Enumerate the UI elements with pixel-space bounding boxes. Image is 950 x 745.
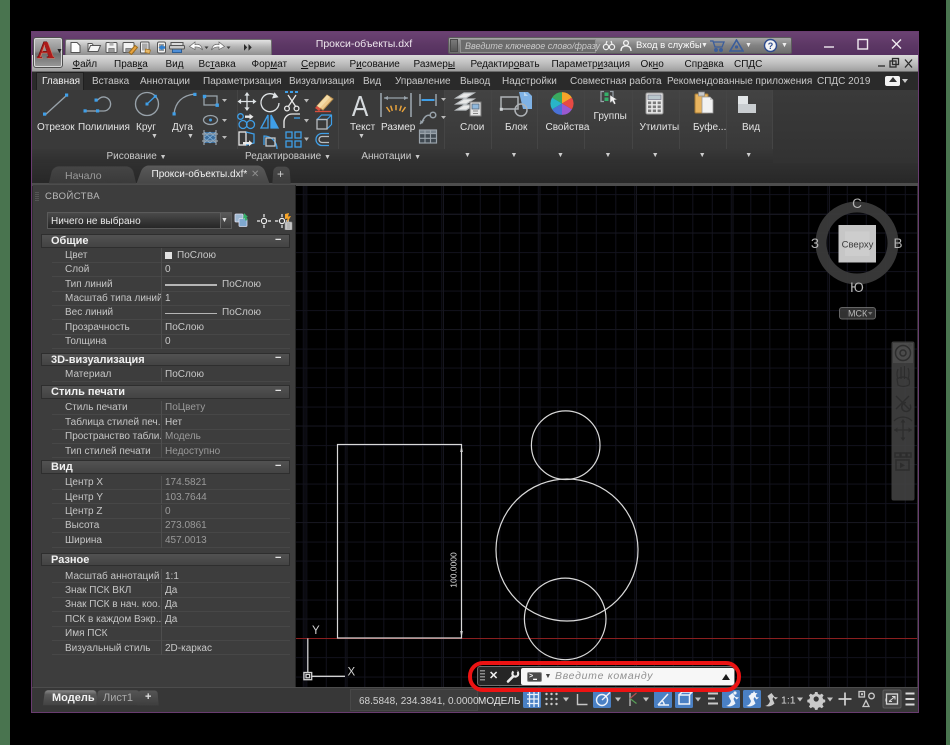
- svg-text:С: С: [852, 196, 862, 211]
- svg-text:Сверху: Сверху: [842, 240, 874, 251]
- svg-text:З: З: [811, 236, 819, 251]
- svg-text:100.0000: 100.0000: [449, 552, 459, 588]
- svg-text:Y: Y: [312, 625, 320, 637]
- svg-text:?: ?: [768, 41, 774, 51]
- svg-text:МСК: МСК: [848, 309, 868, 319]
- svg-text:1:1: 1:1: [781, 695, 796, 707]
- svg-text:X: X: [348, 667, 356, 679]
- svg-text:В: В: [893, 236, 902, 251]
- svg-text:Ю: Ю: [850, 280, 864, 295]
- svg-text:А: А: [352, 90, 368, 122]
